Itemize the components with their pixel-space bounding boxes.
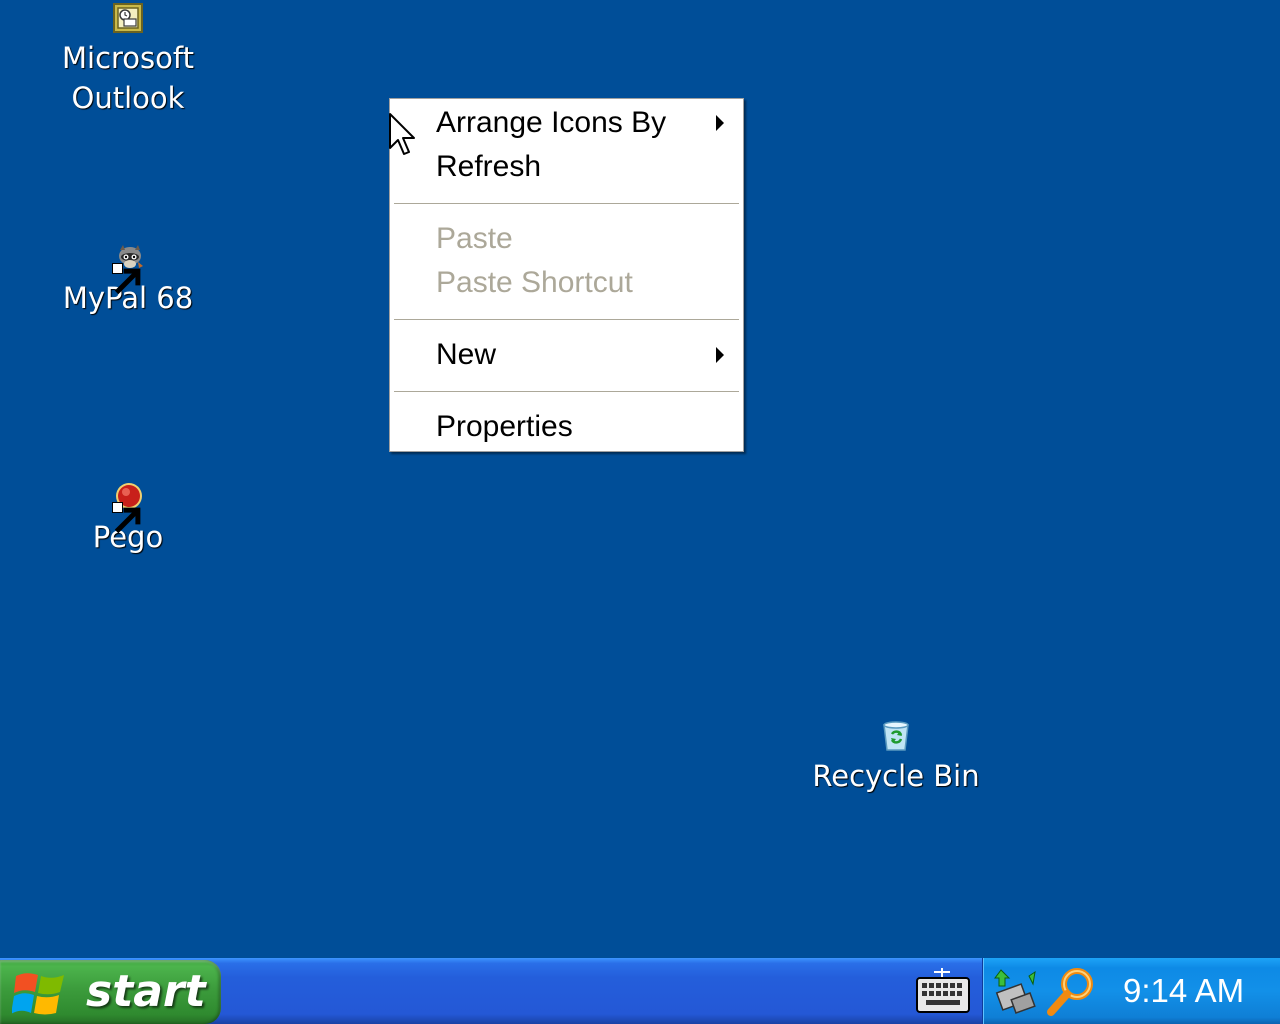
desktop-context-menu: Arrange Icons By Refresh Paste Paste Sho… (389, 98, 744, 452)
network-icon[interactable] (991, 966, 1039, 1016)
menu-separator (394, 391, 739, 392)
menu-item-paste-shortcut[interactable]: Paste Shortcut (391, 261, 742, 305)
taskbar: start 9:14 AM (0, 958, 1280, 1024)
pego-icon (112, 481, 144, 534)
menu-item-label: Refresh (436, 150, 542, 183)
menu-item-label: Arrange Icons By (436, 106, 667, 139)
start-button[interactable]: start (0, 960, 221, 1024)
desktop[interactable]: Microsoft Outlook MyPal 68 Pego Recycle … (0, 0, 1280, 958)
desktop-icon-microsoft-outlook[interactable]: Microsoft Outlook (38, 2, 218, 118)
keyboard-icon[interactable] (914, 966, 972, 1016)
windows-logo-icon (12, 973, 64, 1015)
notification-area: 9:14 AM (982, 958, 1280, 1024)
submenu-arrow-icon (716, 347, 724, 363)
desktop-icon-label: Recycle Bin (812, 759, 980, 793)
menu-item-refresh[interactable]: Refresh (391, 145, 742, 189)
menu-item-new[interactable]: New (391, 333, 742, 377)
desktop-icon-label: Microsoft Outlook (62, 41, 194, 115)
desktop-icon-mypal-68[interactable]: MyPal 68 (38, 242, 218, 318)
outlook-icon (112, 2, 144, 34)
recycle-bin-icon (880, 720, 912, 752)
menu-item-label: New (436, 338, 497, 371)
menu-item-label: Paste (436, 222, 513, 255)
menu-item-label: Paste Shortcut (436, 266, 633, 299)
menu-separator (394, 319, 739, 320)
menu-item-paste[interactable]: Paste (391, 217, 742, 261)
menu-item-label: Properties (436, 410, 573, 443)
desktop-icon-recycle-bin[interactable]: Recycle Bin (806, 720, 986, 796)
menu-item-arrange-icons-by[interactable]: Arrange Icons By (391, 101, 742, 145)
clock[interactable]: 9:14 AM (1123, 958, 1244, 1024)
mypal-icon (112, 242, 144, 295)
search-icon[interactable] (1045, 964, 1097, 1018)
desktop-icon-pego[interactable]: Pego (38, 481, 218, 557)
menu-item-properties[interactable]: Properties (391, 405, 742, 449)
shortcut-arrow-icon (112, 263, 141, 295)
start-label: start (86, 966, 206, 1017)
submenu-arrow-icon (716, 115, 724, 131)
menu-separator (394, 203, 739, 204)
shortcut-arrow-icon (112, 502, 141, 534)
